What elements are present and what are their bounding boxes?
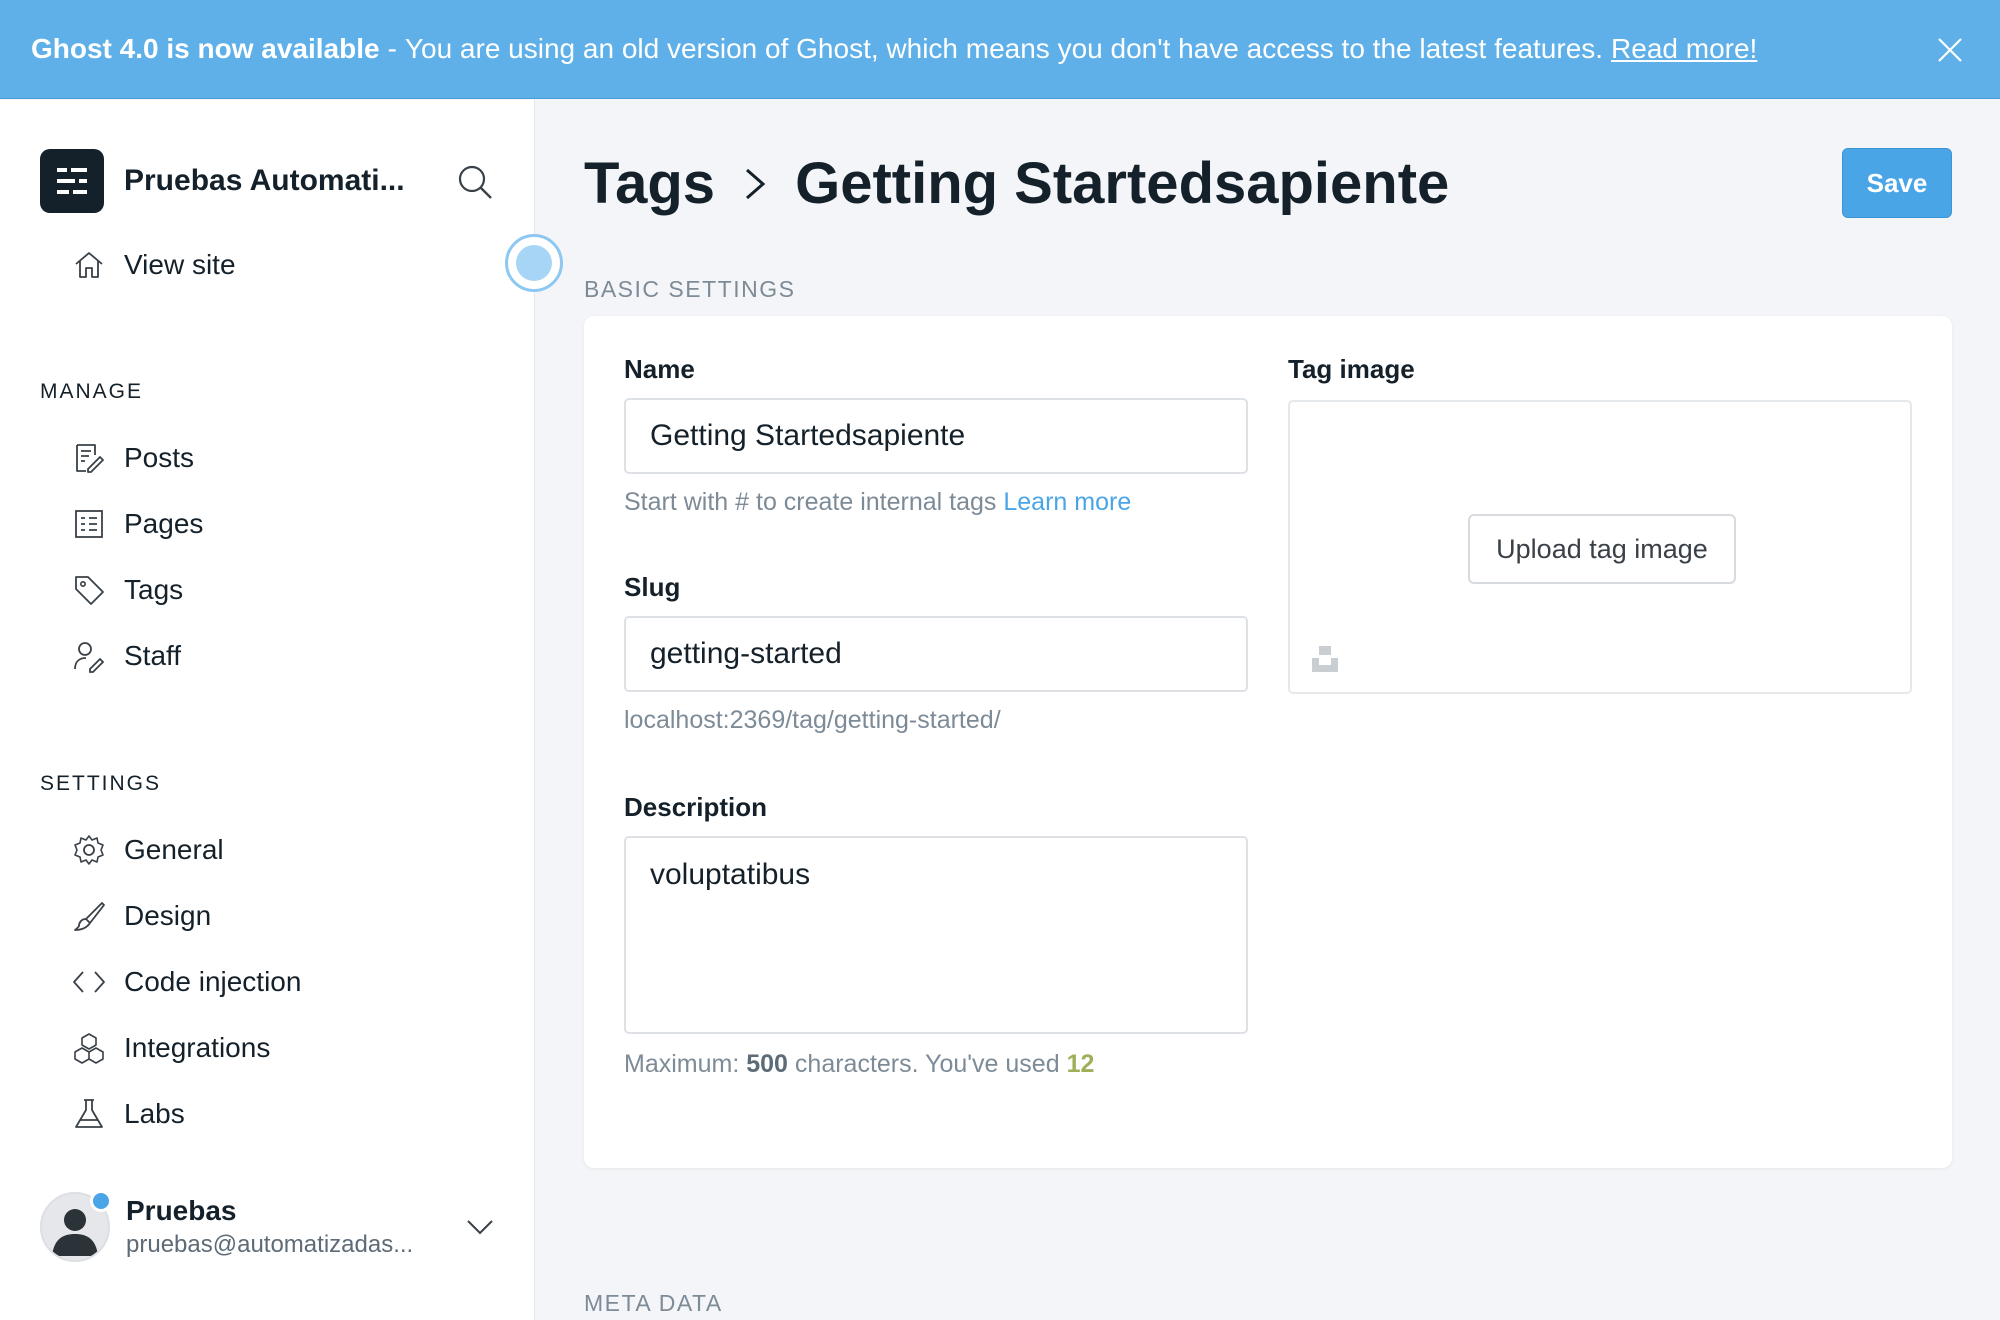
search-icon[interactable] xyxy=(455,162,495,202)
name-hint: Start with # to create internal tags Lea… xyxy=(624,488,1131,517)
nav-tags-label: Tags xyxy=(124,574,184,605)
description-textarea[interactable]: voluptatibus xyxy=(624,836,1248,1034)
desc-hint-middle: characters. You've used xyxy=(794,1050,1060,1078)
tag-image-dropzone[interactable]: Upload tag image xyxy=(1288,400,1912,694)
nav-design-label: Design xyxy=(124,900,212,931)
description-hint: Maximum: 500 characters. You've used 12 xyxy=(624,1050,1094,1079)
nav-labs[interactable]: Labs xyxy=(72,1089,185,1139)
upload-tag-image-button[interactable]: Upload tag image xyxy=(1468,514,1736,584)
gear-icon xyxy=(74,835,104,865)
nav-general-label: General xyxy=(124,834,224,865)
nav-view-site-label: View site xyxy=(124,249,236,280)
desc-hint-prefix: Maximum: xyxy=(624,1050,740,1078)
nav-code-injection[interactable]: Code injection xyxy=(72,957,301,1007)
nav-design[interactable]: Design xyxy=(72,891,211,941)
basic-settings-heading: BASIC SETTINGS xyxy=(584,276,796,302)
page-title: Getting Startedsapiente xyxy=(795,151,1450,216)
nav-pages[interactable]: Pages xyxy=(72,499,203,549)
nav-staff[interactable]: Staff xyxy=(72,631,181,681)
code-icon xyxy=(73,971,105,993)
nav-view-site[interactable]: View site xyxy=(72,240,236,290)
save-button[interactable]: Save xyxy=(1842,148,1952,218)
manage-heading: MANAGE xyxy=(40,380,144,403)
nav-integrations[interactable]: Integrations xyxy=(72,1023,270,1073)
breadcrumb-tags-link[interactable]: Tags xyxy=(584,150,715,217)
sidebar: Pruebas Automati... View site MANAGE Pos… xyxy=(0,100,535,1320)
sidebar-resize-handle[interactable] xyxy=(505,234,563,292)
nav-pages-label: Pages xyxy=(124,508,204,539)
nav-posts-label: Posts xyxy=(124,442,195,473)
close-icon[interactable] xyxy=(1930,30,1970,70)
banner-separator: - xyxy=(387,33,397,64)
slug-input[interactable] xyxy=(624,616,1248,692)
brush-icon xyxy=(74,902,105,931)
breadcrumb: Tags Getting Startedsapiente xyxy=(584,150,1449,217)
site-logo-icon xyxy=(40,149,104,213)
user-menu[interactable]: Pruebas pruebas@automatizadas... xyxy=(40,1187,500,1267)
nav-code-injection-label: Code injection xyxy=(124,966,302,997)
chevron-down-icon[interactable] xyxy=(460,1207,500,1247)
nav-integrations-label: Integrations xyxy=(124,1032,271,1063)
chevron-right-icon xyxy=(743,164,767,204)
settings-heading: SETTINGS xyxy=(40,772,162,795)
name-input[interactable] xyxy=(624,398,1248,474)
slug-url: localhost:2369/tag/getting-started/ xyxy=(624,706,1001,734)
tag-icon xyxy=(75,576,104,605)
desc-used-count: 12 xyxy=(1066,1050,1095,1078)
nav-tags[interactable]: Tags xyxy=(72,565,183,615)
home-icon xyxy=(75,252,103,278)
nav-general[interactable]: General xyxy=(72,825,224,875)
name-label: Name xyxy=(624,354,695,384)
user-name: Pruebas xyxy=(126,1195,237,1226)
banner-title: Ghost 4.0 is now available xyxy=(31,33,380,64)
site-title: Pruebas Automati... xyxy=(124,164,405,197)
user-email: pruebas@automatizadas... xyxy=(126,1231,414,1258)
slug-label: Slug xyxy=(624,572,681,602)
update-banner: Ghost 4.0 is now available - You are usi… xyxy=(0,0,2000,99)
meta-data-heading: META DATA xyxy=(584,1290,723,1316)
pages-icon xyxy=(75,510,103,538)
unsplash-icon[interactable] xyxy=(1310,644,1340,674)
description-label: Description xyxy=(624,792,768,822)
learn-more-link[interactable]: Learn more xyxy=(1003,488,1131,516)
tag-image-label: Tag image xyxy=(1288,354,1415,384)
basic-settings-card: Name Start with # to create internal tag… xyxy=(584,316,1952,1168)
nav-labs-label: Labs xyxy=(124,1098,185,1129)
posts-icon xyxy=(76,444,104,473)
brand[interactable]: Pruebas Automati... xyxy=(40,149,424,213)
desc-max: 500 xyxy=(746,1050,788,1078)
name-hint-text: Start with # to create internal tags xyxy=(624,488,997,516)
notification-dot xyxy=(90,1190,112,1212)
integrations-icon xyxy=(74,1033,104,1064)
flask-icon xyxy=(75,1099,103,1128)
nav-posts[interactable]: Posts xyxy=(72,433,194,483)
nav-staff-label: Staff xyxy=(124,640,182,671)
banner-read-more-link[interactable]: Read more! xyxy=(1611,33,1757,65)
banner-message: You are using an old version of Ghost, w… xyxy=(404,33,1604,64)
staff-icon xyxy=(74,642,105,673)
